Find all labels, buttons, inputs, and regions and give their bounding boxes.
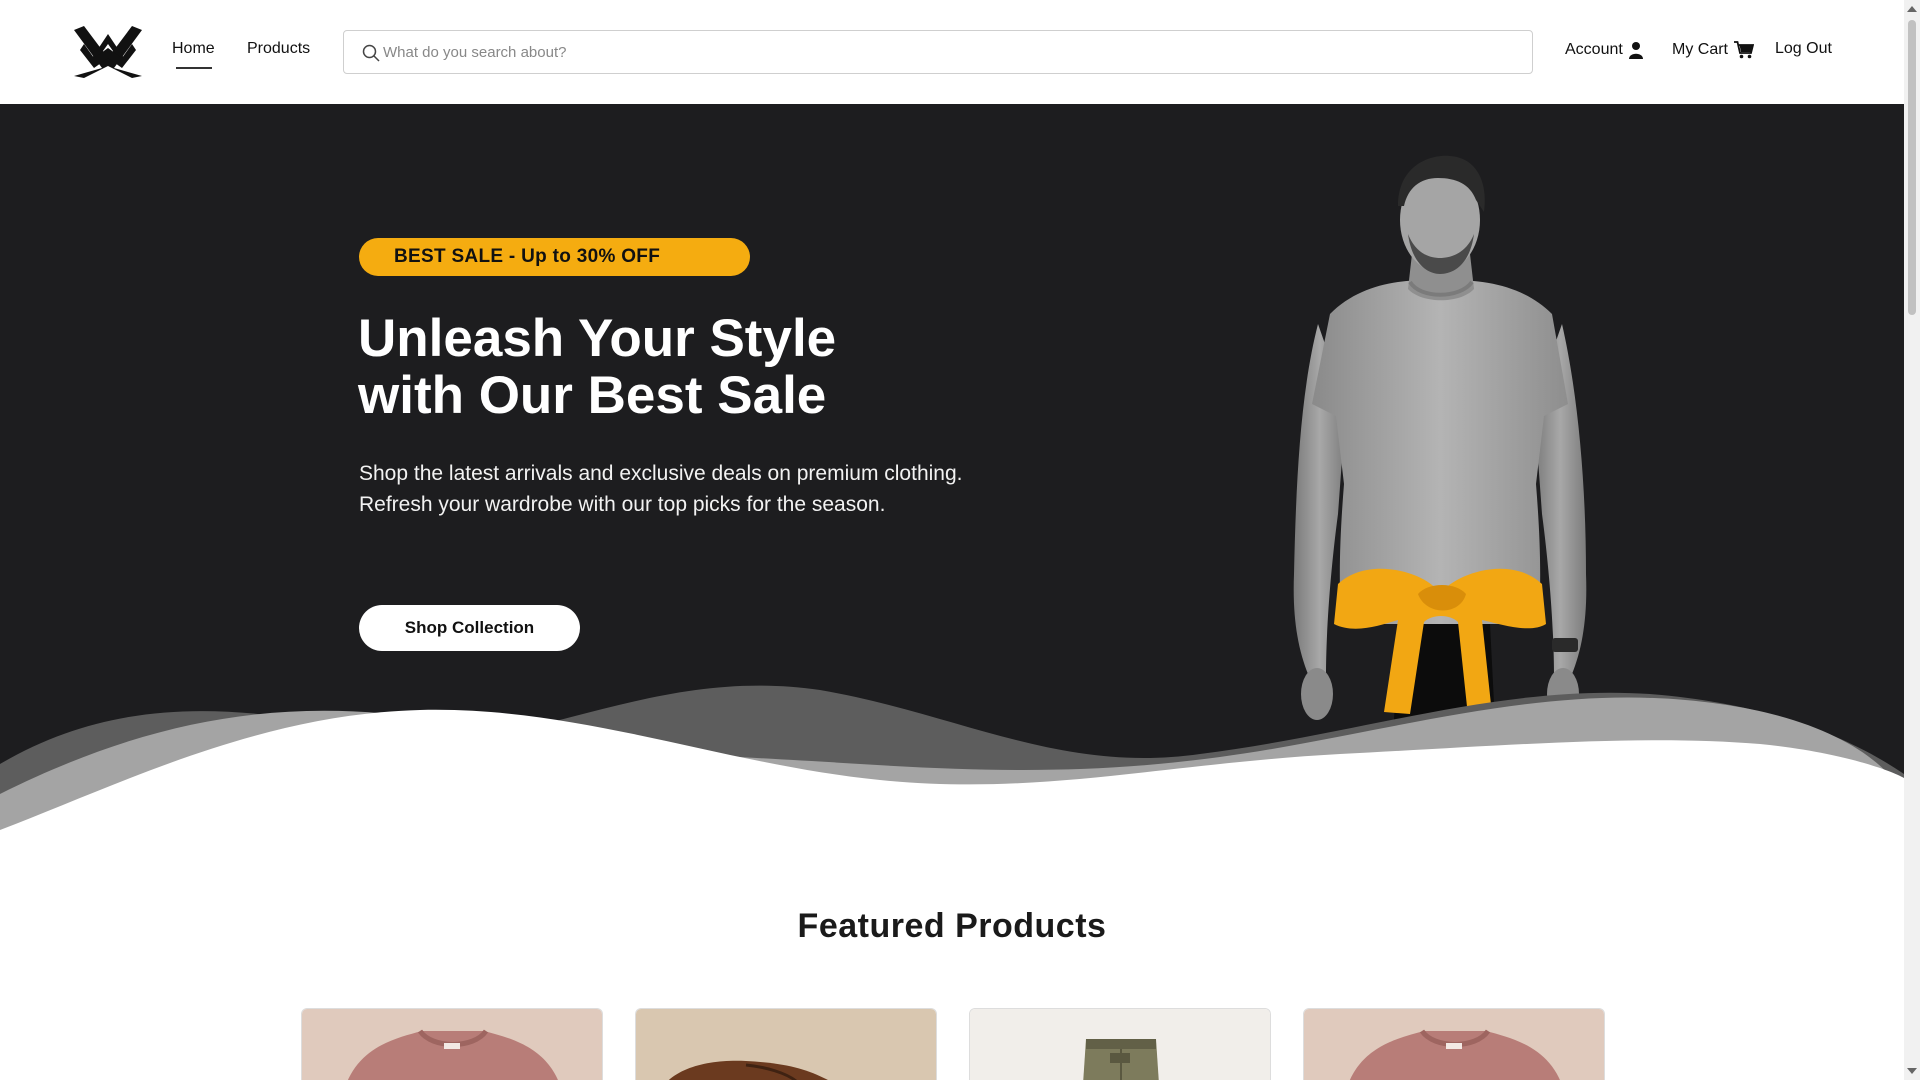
scroll-down-arrow[interactable] — [1907, 1068, 1917, 1074]
account-link[interactable]: Account — [1565, 41, 1643, 59]
scroll-up-arrow[interactable] — [1907, 6, 1917, 12]
account-label: Account — [1565, 41, 1623, 58]
page-scrollbar[interactable] — [1904, 0, 1920, 1080]
cart-icon — [1734, 41, 1754, 59]
site-header: Home Products Account My Cart Log Out — [0, 0, 1904, 104]
product-card[interactable] — [969, 1008, 1271, 1080]
active-nav-indicator — [176, 67, 212, 69]
search-input[interactable] — [383, 31, 1513, 73]
cargo-pants-image — [970, 1009, 1270, 1080]
logout-link[interactable]: Log Out — [1775, 40, 1832, 58]
nav-home-link[interactable]: Home — [172, 40, 215, 58]
leather-shoe-image — [636, 1009, 936, 1080]
brand-logo[interactable] — [74, 24, 142, 78]
sweater-image — [302, 1009, 602, 1080]
shop-collection-button[interactable]: Shop Collection — [359, 605, 580, 651]
hero-title-line-2: with Our Best Sale — [358, 366, 827, 425]
product-card[interactable] — [635, 1008, 937, 1080]
nav-products-link[interactable]: Products — [247, 40, 310, 58]
sweater-image — [1304, 1009, 1604, 1080]
hero-subtitle-line-1: Shop the latest arrivals and exclusive d… — [359, 462, 963, 485]
sale-badge: BEST SALE - Up to 30% OFF — [359, 238, 750, 276]
search-bar[interactable] — [343, 30, 1533, 74]
featured-products-heading: Featured Products — [797, 907, 1107, 945]
cart-label: My Cart — [1672, 41, 1728, 58]
hero-subtitle: Shop the latest arrivals and exclusive d… — [359, 458, 1079, 520]
hero-wave-divider — [0, 685, 1904, 830]
user-icon — [1628, 42, 1643, 59]
product-card[interactable] — [1303, 1008, 1605, 1080]
product-card[interactable] — [301, 1008, 603, 1080]
hero-title-line-1: Unleash Your Style — [358, 309, 837, 368]
cart-link[interactable]: My Cart — [1672, 41, 1754, 59]
hero-subtitle-line-2: Refresh your wardrobe with our top picks… — [359, 493, 886, 516]
hero-title: Unleash Your Style with Our Best Sale — [358, 310, 1058, 424]
scrollbar-thumb[interactable] — [1908, 20, 1916, 315]
search-icon — [362, 44, 380, 62]
hero-banner: BEST SALE - Up to 30% OFF Unleash Your S… — [0, 104, 1904, 830]
